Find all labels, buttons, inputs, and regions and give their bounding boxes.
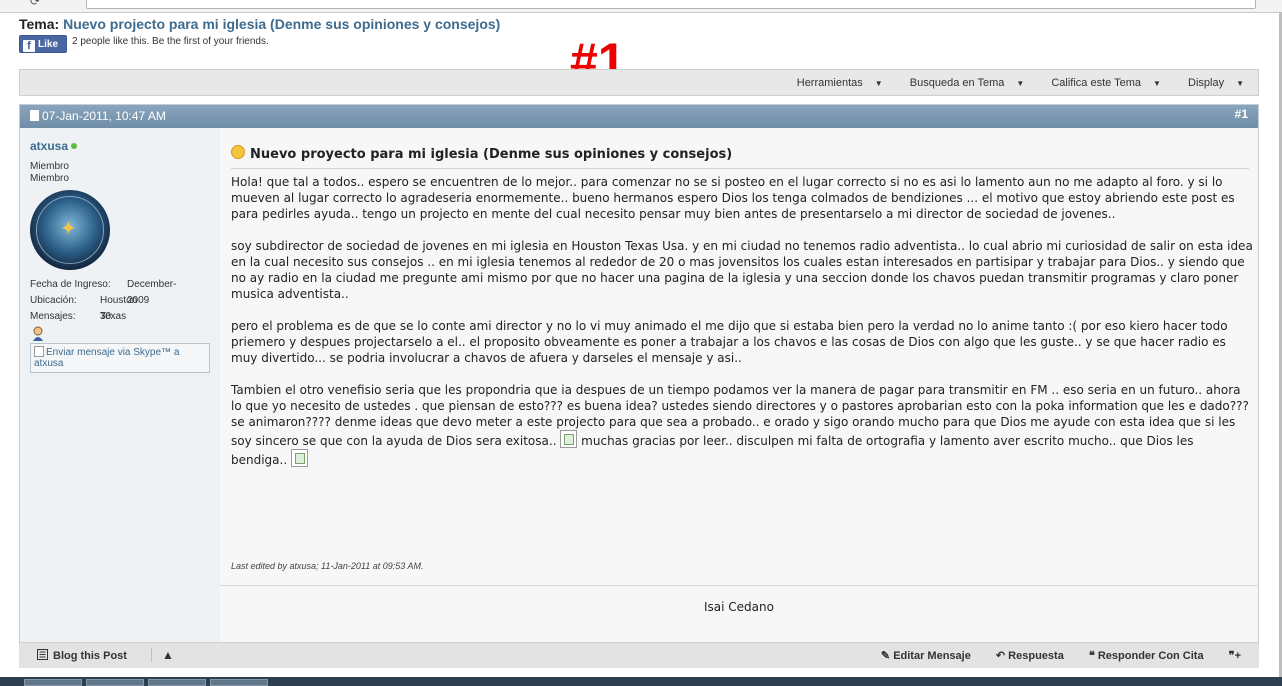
user-profile-icon[interactable] [31, 326, 45, 342]
blog-post-button[interactable]: Blog this Post [37, 649, 127, 662]
taskbar-item[interactable] [24, 679, 82, 686]
document-icon [30, 110, 39, 121]
facebook-like-text: 2 people like this. Be the first of your… [72, 36, 269, 47]
menu-display[interactable]: Display ▼ [1176, 77, 1244, 89]
caret-down-icon: ▼ [1016, 79, 1025, 88]
broken-image-icon [34, 346, 44, 357]
paragraph: pero el problema es de que se lo conte a… [231, 319, 1228, 365]
reply-with-quote-button[interactable]: ❝ Responder Con Cita [1089, 650, 1204, 662]
thread-title: Tema: Nuevo projecto para mi iglesia (De… [19, 16, 500, 32]
caret-down-icon: ▼ [1236, 79, 1244, 88]
user-rank: Miembro [30, 173, 69, 184]
edit-post-button[interactable]: ✎ Editar Mensaje [881, 650, 971, 662]
user-details: Fecha de Ingreso: December-2009 Ubicación… [30, 277, 176, 325]
pencil-icon: ✎ [880, 650, 891, 662]
signature: Isai Cedano [704, 600, 774, 614]
paragraph: Hola! que tal a todos.. espero se encuen… [231, 175, 1235, 221]
smiley-icon [231, 145, 245, 159]
posts-value: 30 [100, 311, 112, 322]
join-date-label: Fecha de Ingreso: [30, 279, 111, 290]
skype-button[interactable]: Enviar mensaje via Skype™ a atxusa [30, 343, 210, 373]
post-footer: Blog this Post ▲ ✎ Editar Mensaje ↶ Resp… [19, 642, 1259, 668]
post-title: Nuevo proyecto para mi iglesia (Denme su… [231, 145, 1249, 169]
menu-busqueda-en-tema[interactable]: Busqueda en Tema ▼ [898, 77, 1025, 89]
blog-icon [37, 649, 48, 660]
post-number-link[interactable]: #1 [1235, 103, 1248, 126]
last-edited-note: Last edited by atxusa; 11-Jan-2011 at 09… [231, 561, 424, 571]
thread-title-prefix: Tema: [19, 16, 60, 32]
taskbar-item[interactable] [148, 679, 206, 686]
facebook-like-button[interactable]: f Like [19, 35, 67, 53]
post: 07-Jan-2011, 10:47 AM #1 atxusa Miembro … [19, 104, 1259, 667]
user-title: Miembro [30, 161, 69, 172]
avatar[interactable]: ✦ [30, 190, 110, 270]
post-body: Hola! que tal a todos.. espero se encuen… [231, 174, 1253, 484]
caret-down-icon: ▼ [1153, 79, 1161, 88]
menu-herramientas[interactable]: Herramientas ▼ [785, 77, 883, 89]
post-content: Nuevo proyecto para mi iglesia (Denme su… [220, 128, 1258, 666]
thread-title-link[interactable]: Nuevo projecto para mi iglesia (Denme su… [63, 16, 500, 32]
caret-down-icon: ▼ [874, 79, 883, 88]
post-date: 07-Jan-2011, 10:47 AM [42, 109, 166, 123]
broken-image-icon [290, 449, 308, 467]
reload-icon[interactable]: ⟳ [30, 0, 40, 8]
browser-chrome: ⟳ [0, 0, 1282, 13]
location-label: Ubicación: [30, 295, 77, 306]
posts-label: Mensajes: [30, 311, 76, 322]
taskbar [0, 677, 1282, 686]
facebook-icon: f [23, 40, 35, 52]
address-bar[interactable] [86, 0, 1256, 9]
online-status-icon [71, 143, 78, 149]
multi-quote-button[interactable]: ❞+ [1229, 650, 1241, 662]
paragraph: Tambien el otro venefisio seria que les … [231, 383, 1249, 467]
broken-image-icon [560, 430, 578, 448]
user-info-panel: atxusa Miembro Miembro ✦ Fecha de Ingres… [20, 128, 220, 666]
reply-icon: ↶ [995, 650, 1006, 662]
reply-button[interactable]: ↶ Respuesta [996, 650, 1064, 662]
username-link[interactable]: atxusa [30, 139, 78, 153]
multi-quote-icon: ❞+ [1228, 650, 1241, 662]
signature-divider [220, 585, 1258, 586]
thread-toolbar: Herramientas ▼ Busqueda en Tema ▼ Califica… [19, 69, 1259, 96]
post-header: 07-Jan-2011, 10:47 AM #1 [20, 105, 1258, 128]
taskbar-item[interactable] [210, 679, 268, 686]
report-warning-icon[interactable]: ▲ [162, 648, 174, 662]
menu-califica-este-tema[interactable]: Califica este Tema ▼ [1039, 77, 1161, 89]
quote-icon: ❝ [1088, 650, 1095, 662]
taskbar-item[interactable] [86, 679, 144, 686]
paragraph: soy subdirector de sociedad de jovenes e… [231, 239, 1253, 301]
